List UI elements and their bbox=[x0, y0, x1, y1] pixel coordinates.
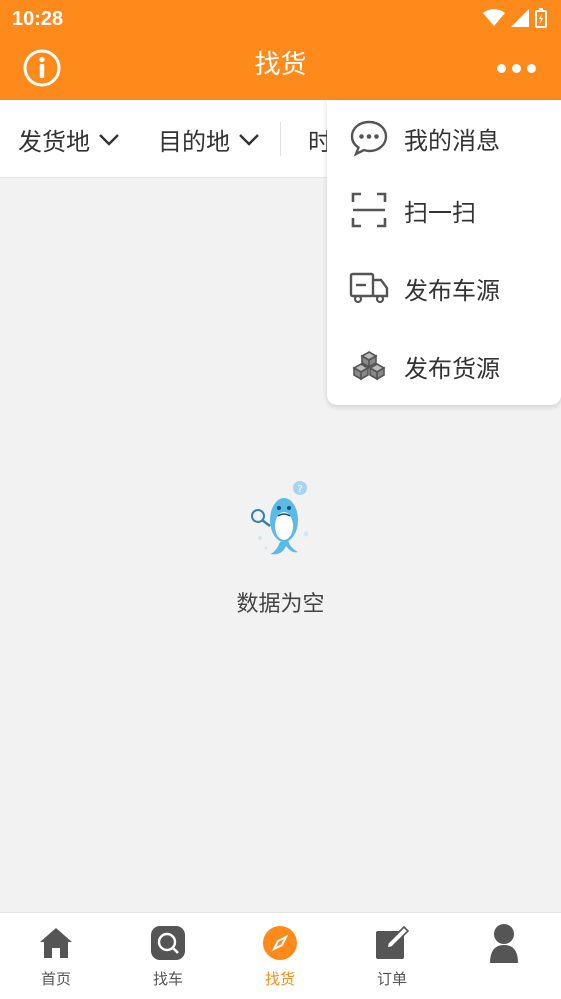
home-icon bbox=[36, 923, 76, 963]
filter-destination-label: 目的地 bbox=[158, 128, 230, 156]
truck-icon bbox=[349, 268, 389, 308]
battery-icon bbox=[535, 8, 547, 28]
tab-find-goods[interactable]: 找货 bbox=[224, 913, 336, 999]
more-dot bbox=[527, 63, 536, 73]
filter-origin[interactable]: 发货地 bbox=[18, 122, 120, 157]
menu-item-messages[interactable]: 我的消息 bbox=[327, 100, 561, 176]
signal-icon bbox=[511, 9, 529, 27]
user-icon bbox=[484, 923, 524, 963]
chat-bubble-icon bbox=[349, 118, 389, 158]
status-icons bbox=[483, 8, 547, 28]
tab-home[interactable]: 首页 bbox=[0, 913, 112, 999]
page-title: 找货 bbox=[254, 50, 307, 80]
boxes-icon bbox=[349, 346, 389, 386]
menu-item-label: 发布车源 bbox=[404, 276, 500, 305]
more-dot bbox=[512, 63, 521, 73]
scan-icon bbox=[349, 190, 389, 230]
menu-item-scan[interactable]: 扫一扫 bbox=[327, 172, 561, 248]
edit-order-icon bbox=[372, 923, 412, 963]
more-dropdown-menu: 我的消息 扫一扫 发布车源 发布货源 bbox=[327, 100, 561, 405]
tab-label: 首页 bbox=[40, 970, 71, 988]
tab-label: 订单 bbox=[376, 970, 407, 988]
more-dot bbox=[497, 63, 506, 73]
empty-state-text: 数据为空 bbox=[236, 592, 325, 617]
wifi-icon bbox=[483, 9, 505, 26]
tab-profile[interactable] bbox=[448, 913, 560, 999]
empty-state: ? 数据为空 bbox=[0, 478, 561, 618]
menu-item-label: 我的消息 bbox=[404, 126, 500, 155]
compass-icon bbox=[260, 923, 300, 963]
filter-time-label[interactable]: 时 bbox=[308, 122, 328, 157]
menu-item-publish-truck[interactable]: 发布车源 bbox=[327, 250, 561, 326]
more-button[interactable] bbox=[497, 58, 539, 78]
filter-origin-label: 发货地 bbox=[18, 128, 90, 156]
tab-orders[interactable]: 订单 bbox=[336, 913, 448, 999]
svg-text:?: ? bbox=[297, 484, 302, 495]
menu-item-label: 扫一扫 bbox=[404, 198, 476, 227]
chevron-down-icon bbox=[99, 133, 119, 146]
app-header: 10:28 找货 bbox=[0, 0, 561, 100]
tab-find-car[interactable]: 找车 bbox=[112, 913, 224, 999]
status-time: 10:28 bbox=[12, 8, 64, 30]
filter-divider bbox=[280, 122, 281, 156]
search-car-icon bbox=[148, 923, 188, 963]
tab-label: 找货 bbox=[264, 970, 295, 988]
filter-destination[interactable]: 目的地 bbox=[158, 122, 260, 157]
menu-item-label: 发布货源 bbox=[404, 354, 500, 383]
bottom-tab-bar: 首页 找车 找货 订单 bbox=[0, 912, 561, 999]
tab-label: 找车 bbox=[152, 970, 183, 988]
chevron-down-icon bbox=[239, 133, 259, 146]
menu-item-publish-goods[interactable]: 发布货源 bbox=[327, 328, 561, 404]
empty-dolphin-icon: ? bbox=[250, 481, 308, 555]
